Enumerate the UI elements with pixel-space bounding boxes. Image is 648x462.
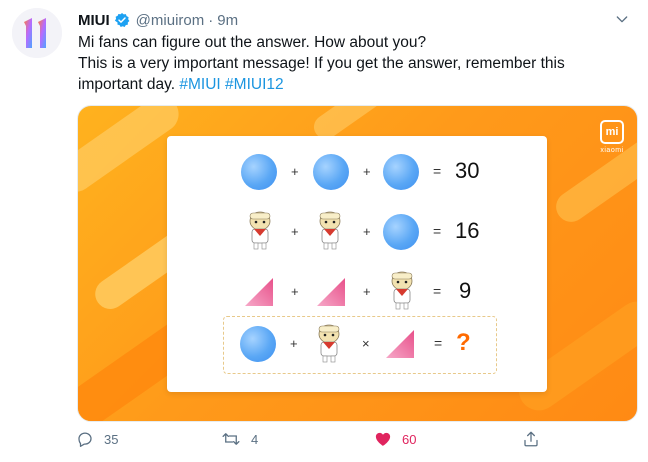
plus-operator: +: [291, 164, 299, 179]
tweet-text-line-2: This is a very important message! If you…: [78, 55, 565, 72]
pink-triangle-icon: [245, 278, 273, 306]
row-result: 9: [459, 278, 472, 303]
blue-circle-icon: [313, 154, 349, 190]
blue-circle-icon: [241, 154, 277, 190]
plus-operator: +: [290, 336, 298, 351]
miui-logo-icon: [12, 8, 62, 58]
retweet-count: 4: [251, 431, 259, 447]
plus-operator: +: [291, 284, 299, 299]
blue-circle-icon: [240, 326, 276, 362]
tweet-text-line-3: important day. #MIUI #MIUI12: [78, 74, 634, 95]
reply-icon: [78, 432, 92, 447]
hashtag-miui[interactable]: #MIUI: [179, 76, 220, 93]
plus-operator: +: [291, 224, 299, 239]
plus-operator: +: [363, 224, 371, 239]
doll-figure-icon: [319, 211, 341, 250]
mi-logo-box: mi: [600, 120, 624, 144]
tweet-text: Mi fans can figure out the answer. How a…: [78, 32, 634, 95]
tweet-text-line-1: Mi fans can figure out the answer. How a…: [78, 34, 427, 51]
question-mark: ?: [456, 329, 471, 356]
blue-circle-icon: [383, 214, 419, 250]
reply-button[interactable]: 35: [76, 430, 118, 448]
verified-badge-icon: [114, 12, 130, 28]
equals-sign: =: [433, 283, 442, 299]
brand-name: xiaomi: [600, 147, 624, 154]
like-count: 60: [402, 431, 417, 447]
doll-figure-icon: [249, 211, 271, 250]
puzzle-question-row: + × = ?: [223, 316, 497, 374]
doll-figure-icon: [391, 271, 413, 310]
row-result: 16: [455, 218, 480, 243]
retweet-button[interactable]: 4: [221, 430, 258, 448]
pink-triangle-icon: [317, 278, 345, 306]
reply-count: 35: [104, 431, 119, 447]
tweet-actions: 35 4 60: [76, 430, 636, 452]
tweet-header: MIUI @miuirom · 9m: [78, 9, 632, 31]
equals-sign: =: [434, 335, 443, 351]
tweet-time[interactable]: 9m: [217, 12, 238, 29]
equals-sign: =: [433, 163, 442, 179]
xiaomi-logo: mi xiaomi: [594, 120, 630, 154]
row-result: 30: [455, 158, 480, 183]
author-name[interactable]: MIUI: [78, 12, 110, 29]
like-button[interactable]: 60: [374, 430, 416, 448]
retweet-icon: [222, 433, 240, 445]
heart-filled-icon: [375, 432, 391, 446]
pink-triangle-icon: [386, 330, 414, 358]
plus-operator: +: [363, 164, 371, 179]
tweet-media-image[interactable]: mi xiaomi + + = 30 + + = 16 + + = 9 + × …: [77, 105, 638, 422]
puzzle-row-3: + + = 9: [167, 270, 547, 314]
more-options-chevron-down-icon[interactable]: [614, 11, 630, 31]
blue-circle-icon: [383, 154, 419, 190]
puzzle-row-1: + + = 30: [167, 150, 547, 194]
share-button[interactable]: [522, 430, 540, 448]
doll-figure-icon: [318, 324, 340, 363]
tweet-text-line-3-prefix: important day.: [78, 76, 176, 93]
separator-dot: ·: [208, 11, 214, 29]
puzzle-row-2: + + = 16: [167, 210, 547, 254]
share-icon: [524, 431, 538, 447]
puzzle-card: + + = 30 + + = 16 + + = 9 + × = ?: [167, 136, 547, 392]
multiply-operator: ×: [362, 336, 370, 351]
hashtag-miui12[interactable]: #MIUI12: [225, 76, 284, 93]
author-handle[interactable]: @miuirom: [136, 12, 205, 29]
equals-sign: =: [433, 223, 442, 239]
plus-operator: +: [363, 284, 371, 299]
avatar[interactable]: [12, 8, 62, 58]
